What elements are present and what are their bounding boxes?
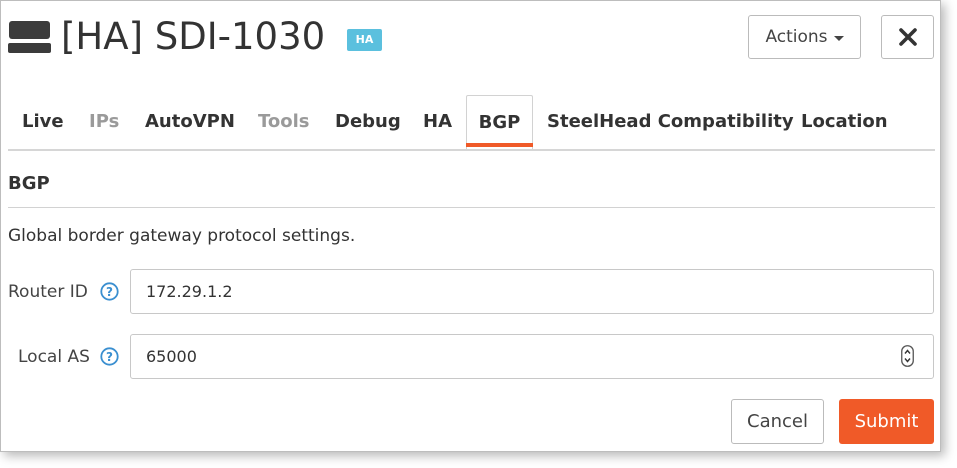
local-as-label: Local AS: [18, 347, 90, 367]
page-title: [HA] SDI-1030: [61, 15, 326, 58]
section-divider: [8, 207, 935, 208]
local-as-input[interactable]: 65000: [130, 334, 934, 379]
tab-ips: IPs: [89, 111, 120, 132]
tab-ha[interactable]: HA: [423, 95, 452, 149]
svg-text:?: ?: [106, 350, 113, 364]
caret-down-icon: [833, 35, 844, 41]
tab-autovpn[interactable]: AutoVPN: [145, 95, 235, 149]
actions-label: Actions: [765, 27, 828, 47]
tab-steelhead-compatibility[interactable]: SteelHead Compatibility: [547, 95, 794, 149]
tab-location[interactable]: Location: [801, 95, 888, 149]
server-appliance-icon: [8, 21, 51, 53]
device-panel: [HA] SDI-1030 HA Actions Live IPs AutoVP…: [0, 0, 941, 452]
help-icon[interactable]: ?: [100, 347, 119, 366]
submit-button[interactable]: Submit: [839, 399, 934, 444]
active-tab-indicator: [466, 143, 533, 147]
section-description: Global border gateway protocol settings.: [8, 226, 356, 246]
tab-debug[interactable]: Debug: [335, 95, 401, 149]
cancel-button[interactable]: Cancel: [731, 399, 824, 444]
tab-bar: Live IPs AutoVPN Tools Debug HA BGP Stee…: [8, 95, 935, 151]
number-spinner-icon[interactable]: [901, 345, 914, 367]
tab-bgp[interactable]: BGP: [466, 95, 533, 149]
router-id-label: Router ID: [8, 282, 88, 302]
close-button[interactable]: [881, 15, 934, 59]
section-title: BGP: [8, 173, 50, 194]
help-icon[interactable]: ?: [100, 282, 119, 301]
svg-text:?: ?: [106, 285, 113, 299]
close-icon: [898, 28, 917, 46]
ha-badge: HA: [347, 29, 382, 51]
actions-dropdown-button[interactable]: Actions: [748, 15, 861, 59]
tab-live[interactable]: Live: [22, 95, 64, 149]
tab-tools: Tools: [258, 111, 310, 132]
router-id-input[interactable]: 172.29.1.2: [130, 269, 934, 314]
